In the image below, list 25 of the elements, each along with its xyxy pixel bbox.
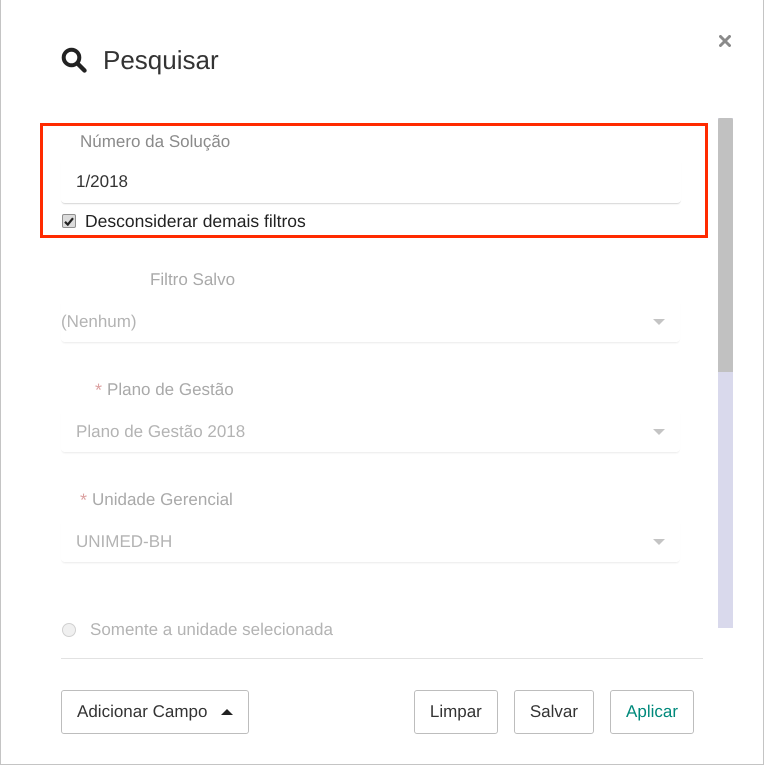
dialog-title: Pesquisar (103, 44, 219, 76)
caret-down-icon (653, 539, 665, 545)
add-field-button[interactable]: Adicionar Campo (61, 690, 250, 734)
field-label: Unidade Gerencial (92, 489, 233, 511)
field-label: Plano de Gestão (107, 379, 234, 401)
checkbox-label: Desconsiderar demais filtros (85, 210, 306, 232)
action-button[interactable]: Limpar (414, 690, 498, 734)
scrollbar-track[interactable] (718, 118, 733, 628)
required-mark: * (80, 489, 88, 511)
search-icon (61, 47, 87, 73)
caret-down-icon (653, 429, 665, 435)
check-icon (64, 216, 74, 226)
radio-label: Somente a unidade selecionada (90, 620, 333, 640)
caret-down-icon (653, 319, 665, 325)
text-field[interactable]: 1/2018 (61, 161, 681, 204)
close-icon (719, 35, 731, 47)
caret-up-icon (221, 709, 234, 715)
close-button[interactable] (718, 34, 732, 48)
field-label: Filtro Salvo (150, 269, 236, 291)
apply-button[interactable]: Aplicar (610, 690, 694, 734)
field-label: Número da Solução (80, 131, 230, 153)
required-mark: * (95, 379, 102, 401)
checkbox[interactable] (62, 214, 76, 228)
action-button[interactable]: Salvar (514, 690, 594, 734)
scrollbar-thumb[interactable] (718, 118, 733, 372)
